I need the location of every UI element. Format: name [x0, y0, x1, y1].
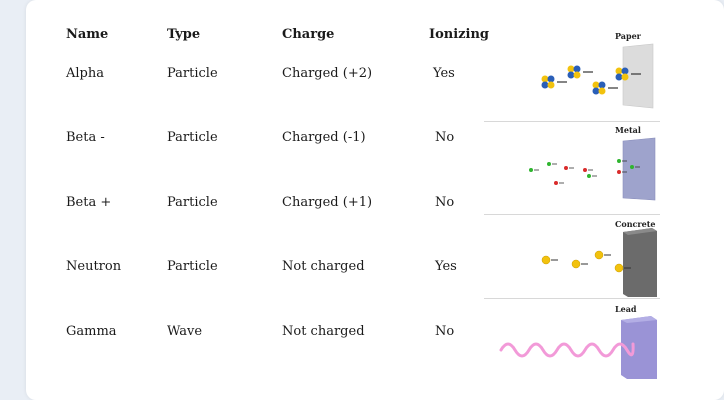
radiation-card: Name Type Charge Ionizing Alpha Particle… — [26, 0, 724, 400]
beta-plus-particle — [529, 168, 539, 172]
neutron-particle — [594, 250, 611, 260]
neutron-particle — [541, 255, 558, 265]
beta-minus-particle — [583, 168, 593, 172]
concrete-barrier — [623, 228, 657, 297]
beta-minus-particle — [564, 166, 574, 170]
beta-plus-particle — [547, 162, 557, 166]
gamma-wave — [499, 342, 635, 358]
beta-plus-particle — [587, 174, 597, 178]
beta-minus-particle — [554, 181, 564, 185]
alpha-particle — [541, 75, 567, 89]
alpha-particle — [592, 81, 618, 95]
alpha-particle — [567, 65, 593, 79]
neutron-particle — [571, 259, 588, 269]
radiation-penetration-illustration — [499, 43, 657, 379]
metal-barrier — [622, 137, 656, 201]
